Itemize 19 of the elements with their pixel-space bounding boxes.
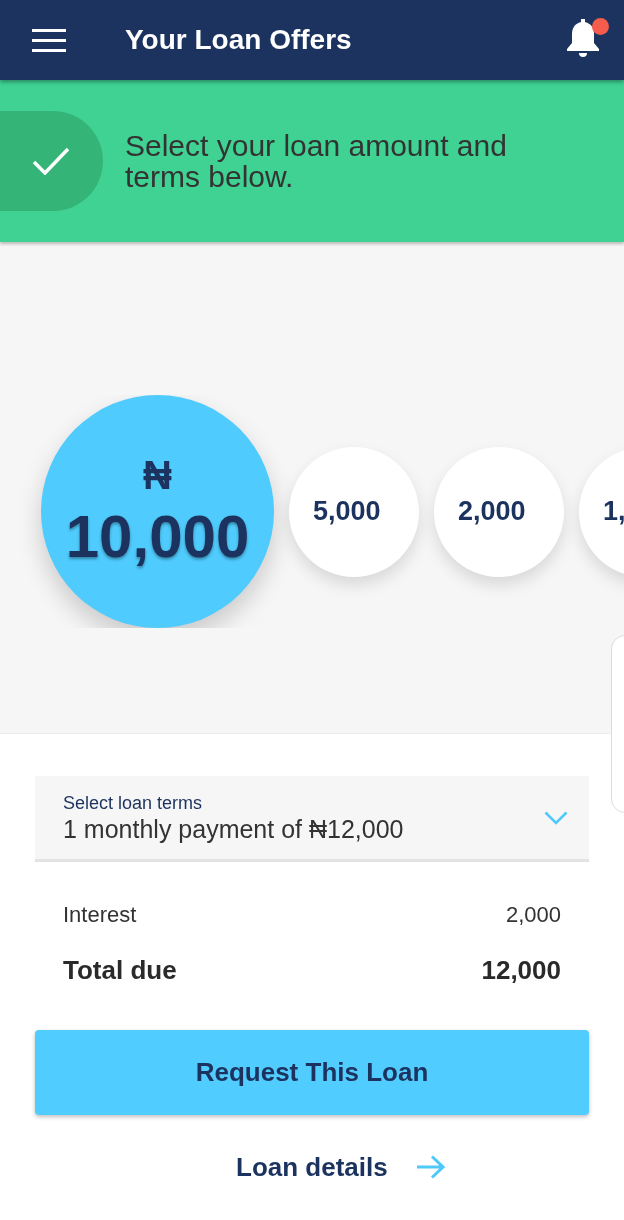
request-loan-button[interactable]: Request This Loan xyxy=(35,1030,589,1115)
summary-label: Interest xyxy=(63,900,137,929)
amount-option[interactable]: 5,000 xyxy=(289,446,419,577)
loan-terms-select[interactable]: Select loan terms 1 monthly payment of ₦12,000 xyxy=(35,776,589,862)
banner-message: Select your loan amount and terms below. xyxy=(125,130,508,192)
summary-value: 2,000 xyxy=(505,900,561,929)
menu-icon[interactable] xyxy=(32,28,66,52)
summary-value: 12,000 xyxy=(481,953,561,987)
summary-label: Total due xyxy=(63,953,177,987)
bell-icon[interactable] xyxy=(566,19,600,57)
arrow-right-icon xyxy=(415,1155,445,1179)
amount-option[interactable]: ₦ 10,000 xyxy=(41,395,274,628)
select-label: Select loan terms xyxy=(63,791,204,814)
loan-details-link[interactable]: Loan details xyxy=(236,1151,445,1183)
amount-option[interactable]: 2,000 xyxy=(434,446,564,577)
chevron-down-icon xyxy=(544,810,568,825)
check-icon xyxy=(0,111,103,211)
page-title: Your Loan Offers xyxy=(125,23,352,57)
select-value: 1 monthly payment of ₦12,000 xyxy=(63,813,405,844)
